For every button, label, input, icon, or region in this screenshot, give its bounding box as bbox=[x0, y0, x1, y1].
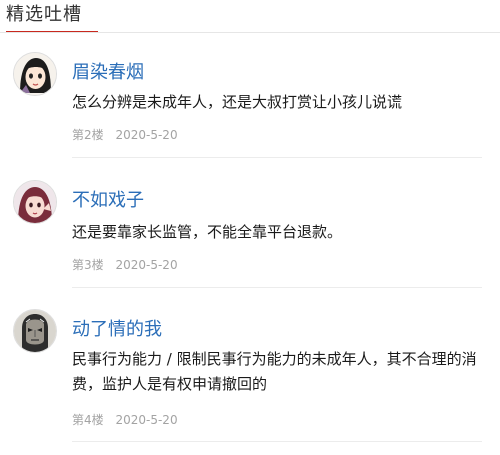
comment-text: 怎么分辨是未成年人，还是大叔打赏让小孩儿说谎 bbox=[72, 93, 403, 111]
section-header: 精选吐槽 bbox=[0, 0, 500, 34]
comment-divider bbox=[72, 287, 482, 288]
comment-text: 民事行为能力 / 限制民事行为能力的未成年人，其不合理的消费，监护人是有权申请撤… bbox=[72, 350, 477, 393]
comment-divider bbox=[72, 157, 482, 158]
comment-meta: 第4楼 2020-5-20 bbox=[72, 413, 178, 427]
anime-character-avatar-icon bbox=[14, 181, 56, 223]
section-divider bbox=[0, 32, 500, 33]
comment-date: 2020-5-20 bbox=[115, 258, 178, 272]
comment-nickname[interactable]: 不如戏子 bbox=[72, 190, 144, 212]
mask-face-avatar-icon bbox=[14, 310, 56, 352]
comment-date: 2020-5-20 bbox=[115, 413, 178, 427]
comment-floor: 第3楼 bbox=[72, 258, 104, 272]
anime-girl-avatar-icon bbox=[14, 53, 56, 95]
avatar[interactable] bbox=[13, 180, 57, 224]
comment-meta: 第3楼 2020-5-20 bbox=[72, 258, 178, 272]
comment-date: 2020-5-20 bbox=[115, 128, 178, 142]
avatar[interactable] bbox=[13, 309, 57, 353]
avatar[interactable] bbox=[13, 52, 57, 96]
comment-divider bbox=[72, 441, 482, 442]
comment-floor: 第2楼 bbox=[72, 128, 104, 142]
comment-nickname[interactable]: 动了情的我 bbox=[72, 319, 162, 341]
comment-text: 还是要靠家长监管，不能全靠平台退款。 bbox=[72, 223, 343, 241]
comment-floor: 第4楼 bbox=[72, 413, 104, 427]
section-title: 精选吐槽 bbox=[6, 4, 82, 25]
comment-meta: 第2楼 2020-5-20 bbox=[72, 128, 178, 142]
comment-nickname[interactable]: 眉染春烟 bbox=[72, 62, 144, 84]
